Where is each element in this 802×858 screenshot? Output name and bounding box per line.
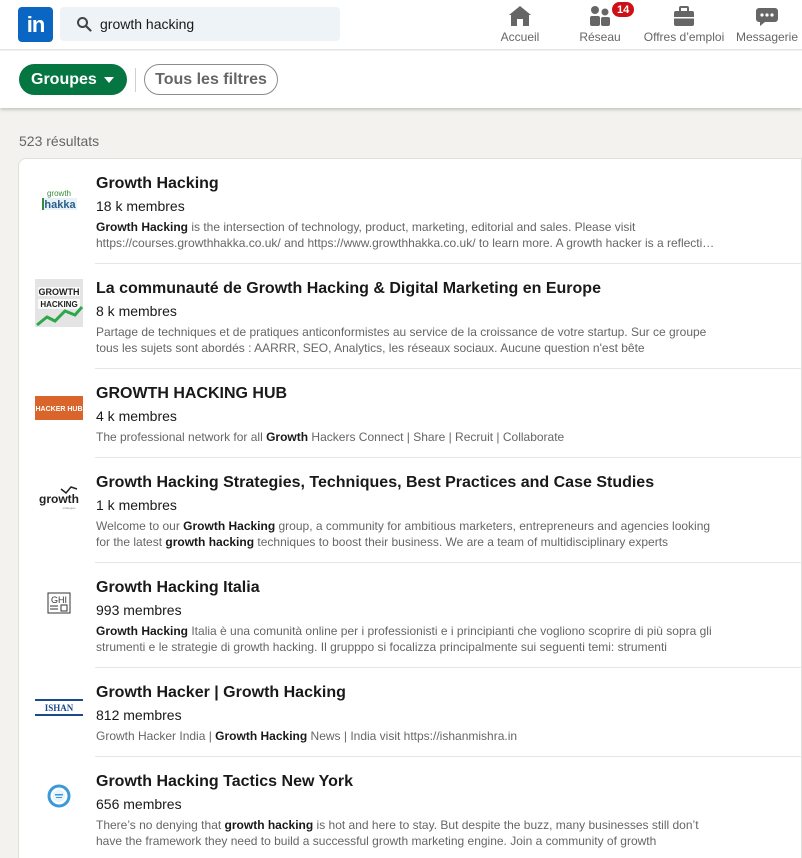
search-input[interactable] — [100, 7, 330, 41]
result-description: There’s no denying that growth hacking i… — [96, 817, 716, 849]
result-item[interactable]: GROWTH HACKING La communauté de Growth H… — [19, 264, 802, 369]
svg-text:HACKING: HACKING — [40, 300, 77, 309]
circular-logo-icon — [47, 784, 71, 808]
highlighted-keyword: Growth Hacking — [215, 729, 308, 743]
group-logo-growth-hacking-europe[interactable]: GROWTH HACKING — [35, 279, 83, 327]
result-description: Growth Hacking Italia è una comunità onl… — [96, 623, 716, 655]
highlighted-keyword: Growth — [266, 430, 309, 444]
svg-text:ISHAN: ISHAN — [45, 703, 74, 713]
group-logo-hacker-hub[interactable]: HACKER HUB — [35, 384, 83, 432]
svg-text:growth: growth — [47, 189, 71, 198]
home-icon — [509, 6, 531, 26]
hacker-hub-logo-icon: HACKER HUB — [35, 396, 83, 420]
result-item[interactable]: ISHAN Growth Hacker | Growth Hacking 812… — [19, 668, 802, 757]
result-item[interactable]: growth strategies Growth Hacking Strateg… — [19, 458, 802, 563]
result-item[interactable]: GHI Growth Hacking Italia 993 membres Gr… — [19, 563, 802, 668]
nav-jobs-label: Offres d’emploi — [643, 30, 725, 44]
result-description: Growth Hacking is the intersection of te… — [96, 219, 716, 251]
messaging-icon — [756, 8, 778, 26]
briefcase-icon — [674, 6, 694, 26]
result-title[interactable]: Growth Hacking Strategies, Techniques, B… — [96, 474, 654, 492]
nav-home[interactable]: Accueil — [500, 4, 540, 48]
svg-text:GROWTH: GROWTH — [39, 287, 80, 297]
result-members: 812 membres — [96, 707, 182, 723]
group-logo-growth-hakka[interactable]: growth hakka — [35, 176, 83, 224]
all-filters-button[interactable]: Tous les filtres — [144, 64, 278, 95]
result-title[interactable]: La communauté de Growth Hacking & Digita… — [96, 280, 601, 298]
group-logo-growth-hacking-italia[interactable]: GHI — [35, 579, 83, 627]
ishan-logo-icon: ISHAN — [35, 699, 83, 716]
result-title[interactable]: Growth Hacker | Growth Hacking — [96, 684, 346, 702]
svg-text:HACKER HUB: HACKER HUB — [35, 406, 82, 413]
caret-down-icon — [104, 77, 114, 83]
result-description: Welcome to our Growth Hacking group, a c… — [96, 518, 716, 550]
groups-filter-button[interactable]: Groupes — [19, 64, 127, 95]
search-bar[interactable] — [60, 7, 340, 41]
description-text: Italia è una comunità online per i profe… — [96, 624, 712, 654]
search-icon — [77, 17, 92, 32]
result-title[interactable]: Growth Hacking Italia — [96, 579, 260, 597]
result-item[interactable]: Growth Hacking Tactics New York 656 memb… — [19, 757, 802, 858]
nav-network[interactable]: 14 Réseau — [578, 1, 636, 48]
result-members: 656 membres — [96, 796, 182, 812]
network-icon: 14 — [588, 1, 636, 28]
description-text: Growth Hacker India | — [96, 729, 216, 743]
highlighted-keyword: Growth Hacking — [96, 220, 189, 234]
result-members: 18 k membres — [96, 198, 185, 214]
highlighted-keyword: Growth Hacking — [96, 624, 189, 638]
filter-bar: Groupes Tous les filtres — [0, 51, 802, 108]
result-title[interactable]: GROWTH HACKING HUB — [96, 385, 287, 403]
description-text: Welcome to our — [96, 519, 184, 533]
result-title[interactable]: Growth Hacking Tactics New York — [96, 773, 353, 791]
group-logo-ishan[interactable]: ISHAN — [35, 683, 83, 731]
description-text: Hackers Connect | Share | Recruit | Coll… — [308, 430, 565, 444]
results-count: 523 résultats — [19, 133, 100, 149]
result-description: Partage de techniques et de pratiques an… — [96, 324, 716, 356]
description-text: Partage de techniques et de pratiques an… — [96, 325, 707, 355]
result-item[interactable]: growth hakka Growth Hacking 18 k membres… — [19, 159, 802, 264]
description-text: is the intersection of technology, produ… — [96, 220, 716, 250]
linkedin-logo-icon[interactable]: in — [18, 7, 53, 42]
result-members: 4 k membres — [96, 408, 177, 424]
svg-text:strategies: strategies — [62, 506, 76, 510]
nav-messaging-label: Messagerie — [735, 30, 799, 44]
group-logo-tactics-ny[interactable] — [35, 772, 83, 820]
result-title[interactable]: Growth Hacking — [96, 175, 219, 193]
results-list: growth hakka Growth Hacking 18 k membres… — [18, 158, 802, 858]
filter-divider — [135, 68, 136, 92]
highlighted-keyword: growth hacking — [165, 535, 255, 549]
result-members: 1 k membres — [96, 497, 177, 513]
group-logo-growth-strategies[interactable]: growth strategies — [35, 473, 83, 521]
top-nav: in Accueil 14 Réseau — [0, 0, 802, 50]
description-text: techniques to boost their business. We a… — [254, 535, 669, 549]
svg-text:growth: growth — [39, 492, 79, 506]
description-text: There’s no denying that — [96, 818, 225, 832]
growth-chart-logo-icon: growth strategies — [39, 486, 79, 510]
svg-text:GHI: GHI — [51, 595, 67, 605]
svg-text:hakka: hakka — [44, 199, 76, 211]
notification-badge: 14 — [611, 1, 636, 18]
result-members: 993 membres — [96, 602, 182, 618]
result-description: The professional network for all Growth … — [96, 429, 716, 445]
growth-hakka-logo-icon: growth hakka — [42, 189, 77, 211]
result-members: 8 k membres — [96, 303, 177, 319]
nav-home-label: Accueil — [500, 30, 540, 44]
nav-network-label: Réseau — [579, 30, 621, 44]
highlighted-keyword: growth hacking — [224, 818, 314, 832]
nav-jobs[interactable]: Offres d’emploi — [640, 4, 728, 48]
nav-messaging[interactable]: Messagerie — [734, 4, 800, 48]
result-item[interactable]: HACKER HUB GROWTH HACKING HUB 4 k membre… — [19, 369, 802, 458]
growth-hacking-sketch-logo-icon: GROWTH HACKING — [35, 279, 83, 327]
description-text: News | India visit https://ishanmishra.i… — [307, 729, 518, 743]
groups-filter-label: Groupes — [31, 71, 97, 88]
highlighted-keyword: Growth Hacking — [183, 519, 276, 533]
ghi-logo-icon: GHI — [47, 592, 71, 614]
description-text: The professional network for all — [96, 430, 267, 444]
result-description: Growth Hacker India | Growth Hacking New… — [96, 728, 716, 744]
